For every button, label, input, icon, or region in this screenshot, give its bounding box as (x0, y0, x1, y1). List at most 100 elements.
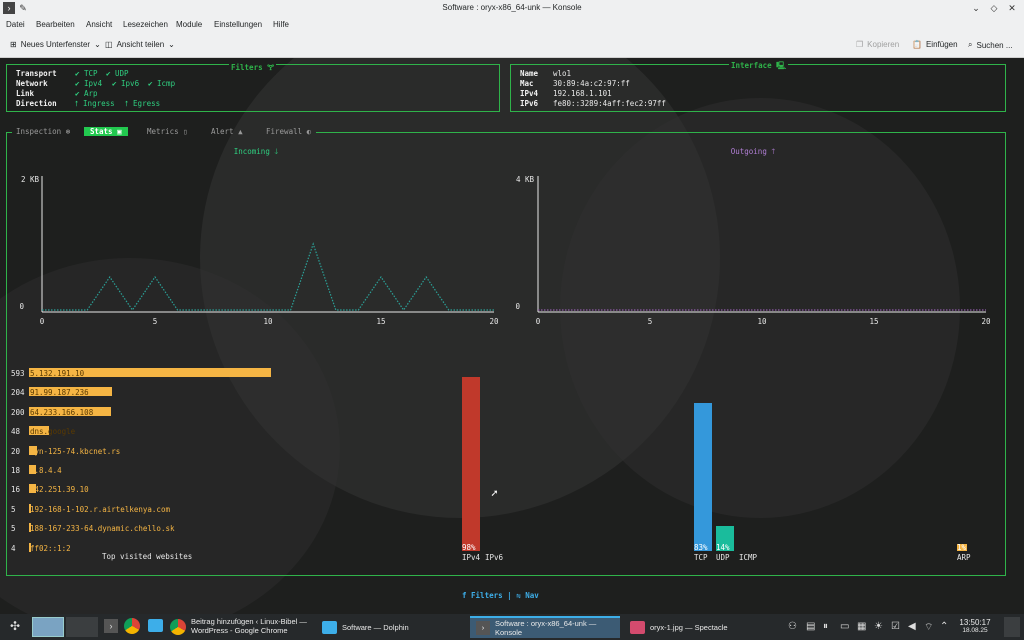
outgoing-xtick-label: 5 (648, 317, 653, 326)
terminal-area[interactable]: Filters 🝖 Transport ✔ TCP ✔ UDP Network … (0, 58, 1024, 614)
updates-icon[interactable]: ☑ (891, 621, 900, 632)
website-name: 142.251.39.10 (30, 485, 89, 495)
website-count: 48 (11, 427, 21, 437)
website-count: 16 (11, 485, 21, 495)
incoming-xtick-label: 20 (489, 317, 499, 326)
protocol-label-arp: ARP (957, 553, 971, 562)
toolbar: ⊞ Neues Unterfenster ⌄ ◫ Ansicht teilen … (0, 34, 1024, 58)
website-count: 18 (11, 466, 21, 475)
menu-bearbeiten[interactable]: Bearbeiten (36, 20, 75, 29)
clipboard-icon[interactable]: ▤ (806, 621, 815, 632)
taskbar: ✣ › Beitrag hinzufügen ‹ Linux-Bibel — W… (0, 614, 1024, 640)
close-icon[interactable]: ✕ (1006, 2, 1018, 14)
protocol-pct-udp: 14% (716, 543, 730, 552)
protocol-label-ipv6: IPv6 (485, 553, 504, 562)
title-bar: › ✎ Software : oryx-x86_64-unk — Konsole… (0, 0, 1024, 16)
task-spectacle[interactable]: oryx-1.jpg — Spectacle (626, 616, 776, 638)
footer-help: f Filters | ⇋ Nav (462, 591, 539, 600)
dolphin-launcher-icon[interactable] (148, 619, 163, 632)
website-count: 4 (11, 543, 16, 553)
website-name: 5.132.191.10 (30, 369, 85, 378)
task-chrome[interactable]: Beitrag hinzufügen ‹ Linux-Bibel — WordP… (170, 616, 340, 638)
protocol-label-tcp: TCP (694, 553, 708, 562)
incoming-xtick-label: 10 (263, 317, 273, 326)
clock[interactable]: 13:50:17 18.08.25 (955, 618, 995, 634)
website-count: 5 (11, 504, 16, 514)
minimize-icon[interactable]: ⌄ (970, 2, 982, 14)
website-name: ff02::1:2 (30, 543, 71, 553)
website-count: 593 (11, 369, 25, 378)
spectacle-icon (630, 620, 645, 634)
website-name: 188-167-233-64.dynamic.chello.sk (30, 524, 175, 534)
website-name: 8.8.4.4 (30, 466, 62, 475)
outgoing-xtick-label: 20 (981, 317, 991, 326)
volume-icon[interactable]: ◀ (908, 621, 916, 632)
paste-icon: 📋 (912, 40, 922, 49)
protocol-bar-tcp (694, 403, 712, 551)
website-count: 204 (11, 388, 25, 398)
chrome-launcher-icon[interactable] (124, 618, 140, 634)
show-desktop-button[interactable] (1004, 617, 1020, 637)
menu-hilfe[interactable]: Hilfe (273, 20, 289, 29)
terminal-launcher-icon[interactable]: › (104, 619, 118, 633)
menu-lesezeichen[interactable]: Lesezeichen (123, 20, 168, 29)
search-button[interactable]: ⌕ Suchen ... (968, 40, 1013, 50)
incoming-xtick-label: 15 (376, 317, 385, 326)
incoming-ymax-label: 2 KB (21, 175, 40, 184)
protocol-pct-arp: 1% (957, 543, 967, 552)
protocol-label-ipv4: IPv4 (462, 553, 481, 562)
outgoing-xtick-label: 15 (869, 317, 878, 326)
menu-ansicht[interactable]: Ansicht (86, 20, 112, 29)
outgoing-ymin-label: 0 (515, 302, 520, 311)
wifi-icon[interactable]: ⌔ (924, 621, 933, 634)
incoming-ymin-label: 0 (19, 302, 24, 311)
chevron-down-icon: ⌄ (168, 40, 175, 49)
split-view-icon: ◫ (105, 40, 113, 49)
tray-expand-icon[interactable]: ⌃ (940, 621, 948, 632)
new-tab-button[interactable]: ⊞ Neues Unterfenster ⌄ (10, 40, 101, 49)
window-title: Software : oryx-x86_64-unk — Konsole (442, 3, 582, 12)
split-view-button[interactable]: ◫ Ansicht teilen ⌄ (105, 40, 175, 49)
media-player-icon[interactable]: ⏸ (823, 621, 828, 632)
konsole-window: › ✎ Software : oryx-x86_64-unk — Konsole… (0, 0, 1024, 640)
virtual-desktop-1[interactable] (32, 617, 64, 637)
maximize-icon[interactable]: ◇ (988, 2, 1000, 14)
paste-button[interactable]: 📋 Einfügen (912, 40, 958, 49)
konsole-icon: › (476, 621, 490, 635)
new-tab-icon: ⊞ (10, 40, 17, 49)
website-name: 192-168-1-102.r.airtelkenya.com (30, 504, 170, 514)
incoming-title: Incoming 🡓 (234, 147, 279, 156)
protocol-pct-ipv4: 98% (462, 543, 476, 552)
protocol-label-icmp: ICMP (739, 553, 758, 562)
incoming-xtick-label: 5 (153, 317, 158, 326)
chevron-down-icon: ⌄ (94, 40, 101, 49)
storage-icon[interactable]: ▭ (840, 621, 849, 632)
copy-icon: ❐ (856, 40, 864, 49)
dolphin-icon (322, 620, 337, 634)
website-name: dyn-125-74.kbcnet.rs (30, 446, 121, 456)
menu-datei[interactable]: Datei (6, 20, 25, 29)
menu-module[interactable]: Module (176, 20, 202, 29)
task-dolphin[interactable]: Software — Dolphin (322, 616, 462, 638)
incoming-series-line (42, 242, 494, 312)
incoming-xtick-label: 0 (40, 317, 45, 326)
notifications-icon[interactable]: ▦ (857, 621, 866, 632)
app-launcher-icon[interactable]: ✣ (10, 619, 20, 633)
outgoing-ymax-label: 4 KB (516, 175, 535, 184)
outgoing-title: Outgoing 🡑 (731, 147, 776, 156)
website-name: dns.google (30, 427, 76, 437)
outgoing-xtick-label: 0 (536, 317, 541, 326)
website-name: 64.233.166.108 (30, 407, 94, 417)
kde-connect-icon[interactable]: ⚇ (788, 621, 797, 632)
website-count: 5 (11, 524, 16, 534)
task-konsole[interactable]: › Software : oryx-x86_64-unk — Konsole (470, 616, 620, 638)
copy-button[interactable]: ❐ Kopieren (856, 40, 899, 49)
menu-einstellungen[interactable]: Einstellungen (214, 20, 262, 29)
mouse-cursor-icon: ➚ (491, 487, 498, 500)
virtual-desktop-2[interactable] (66, 617, 98, 637)
brightness-icon[interactable]: ☀ (874, 621, 883, 632)
search-icon: ⌕ (968, 40, 973, 49)
protocol-label-udp: UDP (716, 553, 730, 562)
website-name: 91.99.187.236 (30, 388, 89, 398)
website-count: 200 (11, 407, 25, 417)
